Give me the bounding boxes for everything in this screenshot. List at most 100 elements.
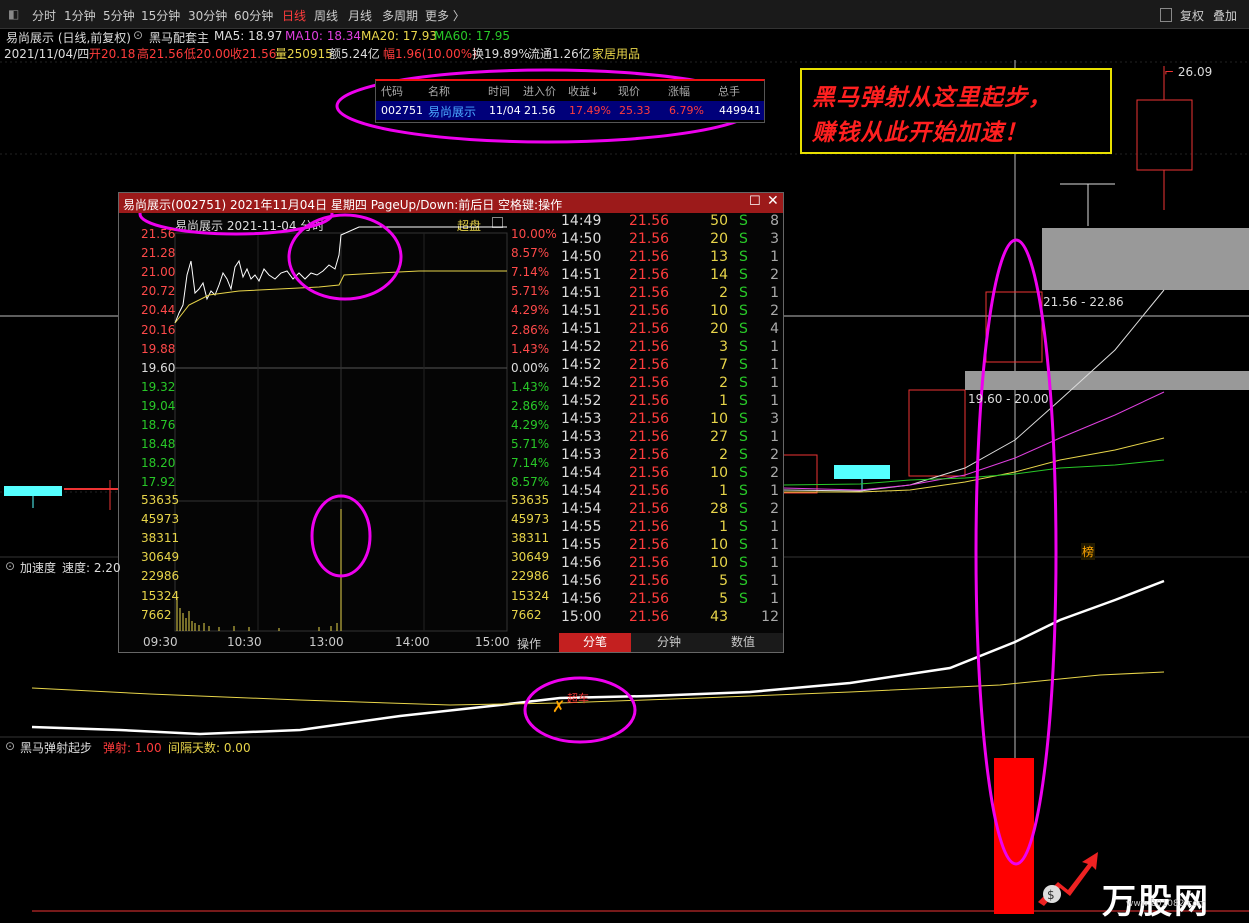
tick-row: 14:55 21.56 1 S 1 [561,519,779,535]
tick-list: 14:49 21.56 50 S 8 14:50 21.56 20 S 3 14:50 21.56 13… [559,213,783,633]
percent-tick-label: 5.71% [511,284,550,299]
price-tick-label: 19.60 [141,360,176,375]
price-tick-label: 21.28 [141,246,176,261]
band2-price-range: 19.60 - 20.00 [968,392,1049,406]
tab-30min[interactable]: 30分钟 [188,7,227,24]
tick-row: 14:50 21.56 13 S 1 [561,249,779,265]
tick-row: 14:54 21.56 1 S 1 [561,483,779,499]
restore-rights-button[interactable]: 复权 [1180,7,1204,24]
svg-text:✗: ✗ [552,697,565,716]
volume-tick-label-right: 38311 [511,531,550,546]
percent-tick-label: 2.86% [511,322,550,337]
watermark-logo: $ 万股网 www.201082.com [1030,832,1249,922]
window-icon[interactable] [1160,8,1172,22]
tab-fenshi[interactable]: 分时 [32,7,56,24]
ohlc-info-line: 2021/11/04/四 开20.18 高21.56 低20.00 收21.56… [0,44,1249,61]
percent-tick-label: 10.00% [511,227,557,241]
tick-row: 14:55 21.56 10 S 1 [561,537,779,553]
price-tick-label: 18.48 [141,437,176,452]
tab-15min[interactable]: 15分钟 [141,7,180,24]
popup-titlebar: 易尚展示(002751) 2021年11月04日 星期四 PageUp/Down… [119,193,783,213]
percent-tick-label: 0.00% [511,360,550,375]
ma10-value: MA10: 18.34 [285,29,362,43]
price-tick-label: 18.20 [141,456,176,471]
tick-row: 14:56 21.56 10 S 1 [561,555,779,571]
volume-tick-label: 53635 [141,493,180,507]
tab-monthly[interactable]: 月线 [348,7,372,24]
maximize-icon[interactable]: ☐ [749,194,761,209]
kline-bar [4,486,62,496]
ma20-value: MA20: 17.93 [361,29,438,43]
tick-row: 14:53 21.56 27 S 1 [561,429,779,445]
tab-minutes[interactable]: 分钟 [633,633,705,652]
tab-5min[interactable]: 5分钟 [103,7,135,24]
tick-row: 14:51 21.56 2 S 1 [561,285,779,301]
tick-row: 14:49 21.56 50 S 8 [561,213,779,229]
table-header: 代码 名称 时间 进入价 收益↓ 现价 涨幅 总手 [376,83,764,99]
price-tick-label: 21.00 [141,265,176,280]
tab-ticks[interactable]: 分笔 [559,633,631,652]
percent-tick-label: 4.29% [511,418,550,432]
col-return: 收益↓ [568,85,600,98]
tick-row: 15:00 21.56 43 12 [561,609,779,625]
volume-tick-label-right: 30649 [511,550,550,565]
tick-row: 14:52 21.56 1 S 1 [561,393,779,409]
col-name: 名称 [428,85,450,98]
tick-row: 14:52 21.56 7 S 1 [561,357,779,373]
popup-tabs: 分笔 分钟 数值 [559,633,783,652]
volume-tick-label-right: 7662 [511,607,542,622]
tab-daily[interactable]: 日线 [282,7,306,24]
panel-toggle-icon[interactable]: ◧ [8,7,19,21]
tick-row: 14:50 21.56 20 S 3 [561,231,779,247]
price-tick-label: 20.16 [141,322,176,337]
percent-tick-label: 4.29% [511,303,550,318]
percent-tick-label: 1.43% [511,379,550,394]
band1-price-range: 21.56 - 22.86 [1043,295,1124,309]
tab-1min[interactable]: 1分钟 [64,7,96,24]
overlay-button[interactable]: 叠加 [1213,7,1237,24]
price-tick-label: 17.92 [141,475,176,490]
col-current-price: 现价 [618,85,640,98]
price-tick-label: 19.04 [141,398,176,413]
percent-tick-label: 7.14% [511,456,550,471]
percent-tick-label: 7.14% [511,265,550,280]
price-tick-label: 18.76 [141,418,176,432]
volume-tick-label: 30649 [141,550,180,565]
time-tick-label: 09:30 [143,635,178,649]
indicator1-toggle-icon[interactable]: ⊙ [5,559,15,573]
operate-button[interactable]: 操作 [517,635,541,652]
col-volume: 总手 [718,85,740,98]
table-row[interactable]: 002751 易尚展示 11/04 21.56 17.49% 25.33 6.7… [376,101,764,120]
tick-row: 14:56 21.56 5 S 1 [561,573,779,589]
price-tick-label: 20.44 [141,303,176,318]
logo-url: www.201082.com [1126,899,1207,909]
volume-tick-label-right: 45973 [511,512,550,527]
close-icon[interactable]: ✕ [767,193,779,209]
col-code: 代码 [381,85,403,98]
promo-line-1: 黑马弹射从这里起步， [812,84,1052,111]
percent-tick-label: 1.43% [511,341,550,356]
tick-row: 14:51 21.56 20 S 4 [561,321,779,337]
volume-tick-label: 38311 [141,531,180,546]
tick-row: 14:53 21.56 2 S 2 [561,447,779,463]
volume-tick-label: 45973 [141,512,180,527]
tab-multi-period[interactable]: 多周期 [382,7,418,24]
price-tick-label: 19.88 [141,341,176,356]
volume-tick-label: 22986 [141,569,180,584]
volume-tick-label: 15324 [141,588,180,603]
ma-info-line: 易尚展示 (日线,前复权) ⊙ 黑马配套主 MA5: 18.97 MA10: 1… [0,28,1249,45]
tab-values[interactable]: 数值 [707,633,779,652]
indicator2-toggle-icon[interactable]: ⊙ [5,739,15,753]
tab-60min[interactable]: 60分钟 [234,7,273,24]
tab-more[interactable]: 更多 〉 [425,7,465,24]
percent-tick-label: 8.57% [511,246,550,261]
price-tick-label: 19.32 [141,379,176,394]
tab-weekly[interactable]: 周线 [314,7,338,24]
time-tick-label: 15:00 [475,635,510,649]
indicator-toggle-icon[interactable]: ⊙ [133,28,143,42]
col-change: 涨幅 [668,85,690,98]
tick-row: 14:52 21.56 3 S 1 [561,339,779,355]
tick-row: 14:51 21.56 10 S 2 [561,303,779,319]
col-entry-price: 进入价 [523,85,556,98]
time-tick-label: 13:00 [309,635,344,649]
